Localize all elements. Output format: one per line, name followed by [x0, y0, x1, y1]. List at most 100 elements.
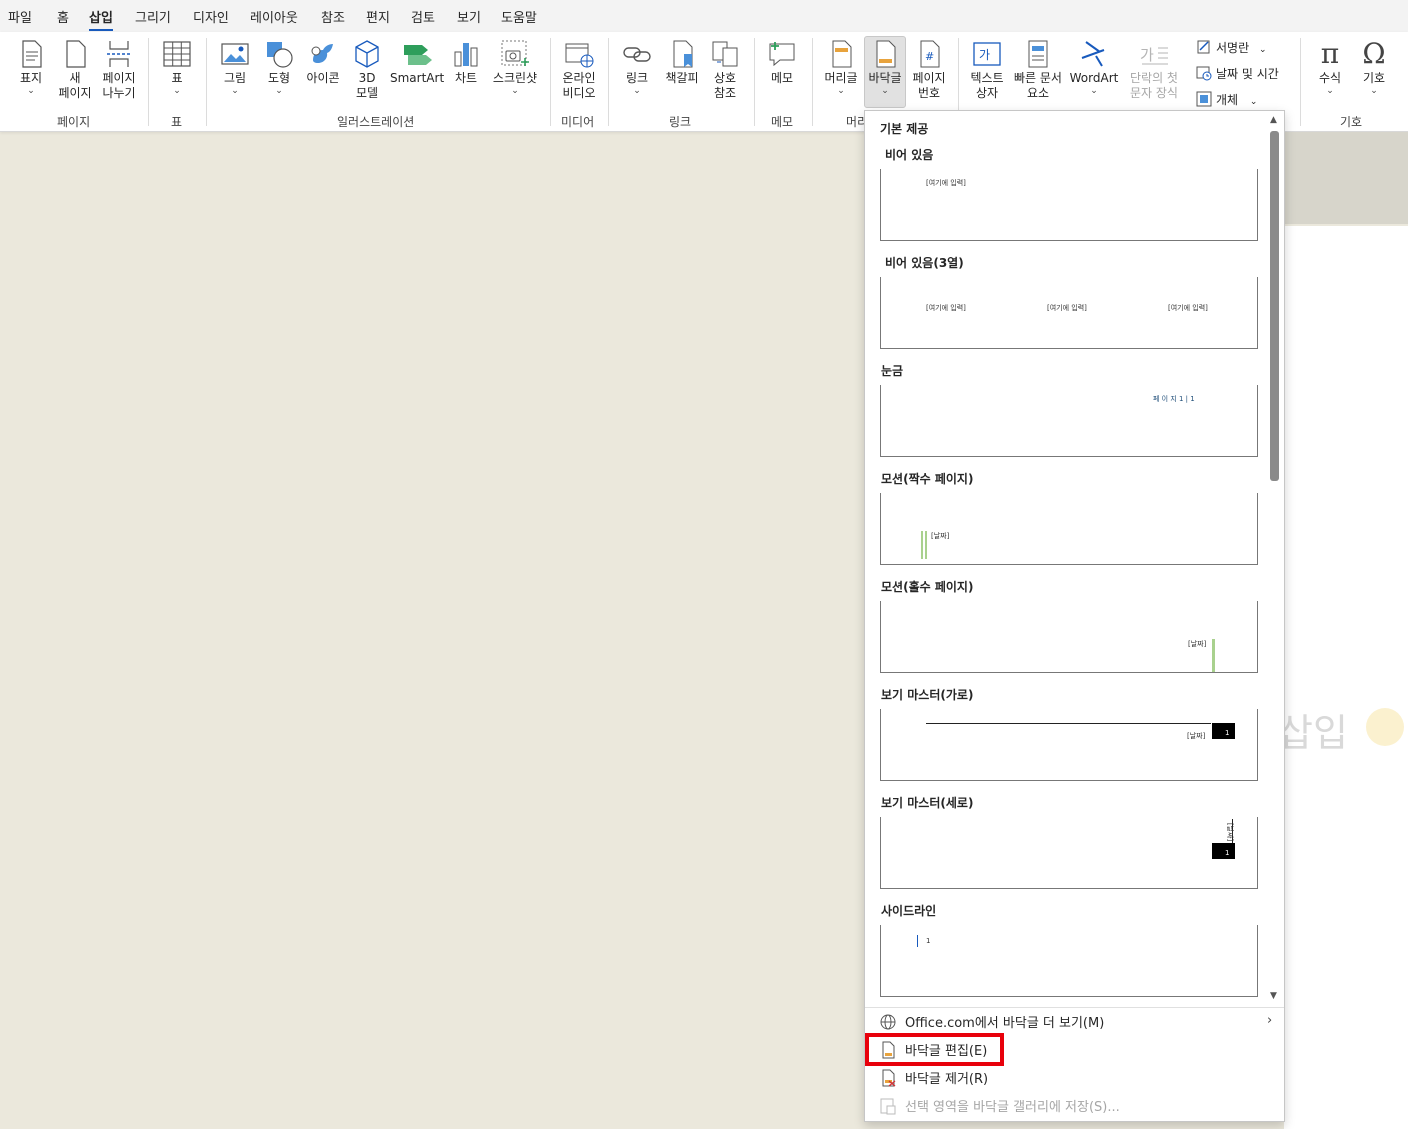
3d-models-button[interactable]: 3D 모델 — [346, 38, 388, 101]
footer-template-grid[interactable]: 페 이 지 1 | 1 — [880, 385, 1258, 457]
drop-cap-button[interactable]: 가 단락의 첫 문자 장식 — [1120, 38, 1188, 101]
comment-button[interactable]: 메모 — [762, 38, 802, 86]
bookmark-icon — [673, 40, 693, 68]
equation-button[interactable]: π 수식 ⌄ — [1310, 38, 1350, 97]
tab-draw[interactable]: 그리기 — [135, 7, 171, 26]
scrollbar-thumb[interactable] — [1270, 131, 1279, 481]
signature-line-button[interactable]: 서명란 ⌄ — [1196, 39, 1267, 56]
media-group-label: 미디어 — [561, 115, 595, 129]
tab-references[interactable]: 참조 — [321, 7, 345, 26]
quick-parts-label-2: 요소 — [1026, 86, 1050, 100]
drop-cap-label-2: 문자 장식 — [1130, 86, 1178, 100]
chevron-down-icon: ⌄ — [837, 86, 845, 96]
header-button[interactable]: 머리글 ⌄ — [820, 38, 862, 96]
chevron-down-icon: ⌄ — [173, 86, 181, 96]
footer-template-sideline[interactable]: 1 — [880, 925, 1258, 997]
quick-parts-button[interactable]: 빠른 문서 요소 — [1010, 38, 1066, 101]
save-selection-to-gallery-item[interactable]: 선택 영역을 바닥글 갤러리에 저장(S)... — [879, 1096, 1120, 1115]
menu-bar: 파일 홈 삽입 그리기 디자인 레이아웃 참조 편지 검토 보기 도움말 — [0, 0, 1408, 32]
tab-design[interactable]: 디자인 — [193, 7, 229, 26]
text-box-label-1: 텍스트 — [970, 71, 1004, 85]
object-button[interactable]: 개체 ⌄ — [1196, 91, 1257, 108]
link-label: 링크 — [625, 71, 649, 85]
tab-view[interactable]: 보기 — [457, 7, 481, 26]
footer-template-view-master-vertical[interactable]: [날짜] 1 — [880, 817, 1258, 889]
drop-cap-icon: 가 — [1140, 46, 1168, 65]
footer-template-blank-3col[interactable]: [여기에 입력] [여기에 입력] [여기에 입력] — [880, 277, 1258, 349]
header-icon — [832, 40, 852, 68]
tab-home[interactable]: 홈 — [57, 7, 69, 26]
cover-page-button[interactable]: 표지 ⌄ — [12, 38, 50, 96]
chevron-down-icon: ⌄ — [1258, 45, 1267, 55]
tab-file[interactable]: 파일 — [8, 7, 32, 26]
chevron-down-icon: ⌄ — [511, 86, 519, 96]
new-page-label-2: 페이지 — [58, 86, 92, 100]
preview-page-number: 1 — [1225, 849, 1230, 857]
text-box-icon: 가 — [973, 42, 1001, 66]
tab-review[interactable]: 검토 — [411, 7, 435, 26]
link-button[interactable]: 링크 ⌄ — [618, 38, 656, 96]
menu-divider — [865, 1007, 1284, 1008]
signature-icon — [1197, 40, 1210, 54]
chart-label: 차트 — [454, 71, 478, 85]
remove-footer-item[interactable]: 바닥글 제거(R) — [879, 1068, 988, 1087]
scroll-up-arrow-icon[interactable]: ▲ — [1270, 115, 1277, 125]
gallery-item-title: 보기 마스터(세로) — [881, 796, 974, 810]
footer-template-blank[interactable]: [여기에 입력] — [880, 169, 1258, 241]
new-page-button[interactable]: 새 페이지 — [55, 38, 95, 101]
drop-cap-label-1: 단락의 첫 — [1130, 71, 1178, 85]
cross-reference-button[interactable]: 상호 참조 — [706, 38, 744, 101]
page-break-icon — [107, 41, 131, 67]
page-number-button[interactable]: # 페이지 번호 — [908, 38, 950, 101]
footer-template-motion-even[interactable]: [날짜] — [880, 493, 1258, 565]
page-number-icon: # — [920, 40, 940, 68]
symbol-button[interactable]: Ω 기호 ⌄ — [1354, 38, 1394, 97]
chevron-right-icon: › — [1267, 1013, 1273, 1028]
picture-button[interactable]: 그림 ⌄ — [216, 38, 254, 96]
footer-template-motion-odd[interactable]: [날짜] — [880, 601, 1258, 673]
gallery-item-title: 사이드라인 — [881, 904, 937, 918]
date-time-button[interactable]: 날짜 및 시간 — [1196, 65, 1279, 82]
page-break-button[interactable]: 페이지 나누기 — [98, 38, 140, 101]
scroll-down-arrow-icon[interactable]: ▼ — [1270, 991, 1277, 1001]
chevron-down-icon: ⌄ — [275, 86, 283, 96]
tab-layout[interactable]: 레이아웃 — [250, 7, 298, 26]
wordart-button[interactable]: WordArt ⌄ — [1068, 38, 1120, 96]
document-page[interactable] — [1284, 226, 1408, 1129]
online-video-button[interactable]: 온라인 비디오 — [557, 38, 601, 101]
table-icon — [163, 41, 191, 67]
document-gutter — [1284, 132, 1408, 224]
footer-button[interactable]: 바닥글 ⌄ — [864, 36, 906, 108]
gallery-section-header: 기본 제공 — [880, 122, 929, 136]
tab-mailings[interactable]: 편지 — [366, 7, 390, 26]
tab-insert[interactable]: 삽입 — [89, 7, 113, 31]
icons-label: 아이콘 — [306, 71, 340, 85]
picture-icon — [221, 43, 249, 65]
preview-number-block: 1 — [1212, 723, 1235, 739]
gallery-item-title: 모션(짝수 페이지) — [881, 472, 974, 486]
online-video-label-2: 비디오 — [562, 86, 596, 100]
chevron-down-icon: ⌄ — [1249, 97, 1258, 107]
icons-button[interactable]: 아이콘 — [302, 38, 344, 86]
more-footers-online-item[interactable]: Office.com에서 바닥글 더 보기(M) — [879, 1012, 1104, 1031]
3d-models-label-2: 모델 — [355, 86, 379, 100]
tab-help[interactable]: 도움말 — [501, 7, 537, 26]
bookmark-button[interactable]: 책갈피 — [660, 38, 704, 86]
screenshot-button[interactable]: 스크린샷 ⌄ — [488, 38, 542, 96]
comment-label: 메모 — [770, 71, 794, 85]
smartart-button[interactable]: SmartArt — [390, 38, 444, 86]
3d-models-label-1: 3D — [358, 71, 376, 85]
text-box-button[interactable]: 가 텍스트 상자 — [964, 38, 1010, 101]
chart-button[interactable]: 차트 — [448, 38, 484, 86]
save-to-gallery-label: 선택 영역을 바닥글 갤러리에 저장(S)... — [905, 1100, 1120, 1115]
svg-text:가: 가 — [979, 48, 990, 62]
motion-bar — [1212, 639, 1215, 672]
footer-template-view-master-horizontal[interactable]: [날짜] 1 — [880, 709, 1258, 781]
remove-footer-icon — [882, 1069, 896, 1087]
link-icon — [623, 47, 651, 62]
svg-text:가: 가 — [1140, 46, 1154, 64]
table-button[interactable]: 표 ⌄ — [158, 38, 196, 96]
shapes-button[interactable]: 도형 ⌄ — [260, 38, 298, 96]
gallery-item-title: 비어 있음 — [885, 148, 934, 162]
chevron-down-icon: ⌄ — [1326, 86, 1334, 96]
